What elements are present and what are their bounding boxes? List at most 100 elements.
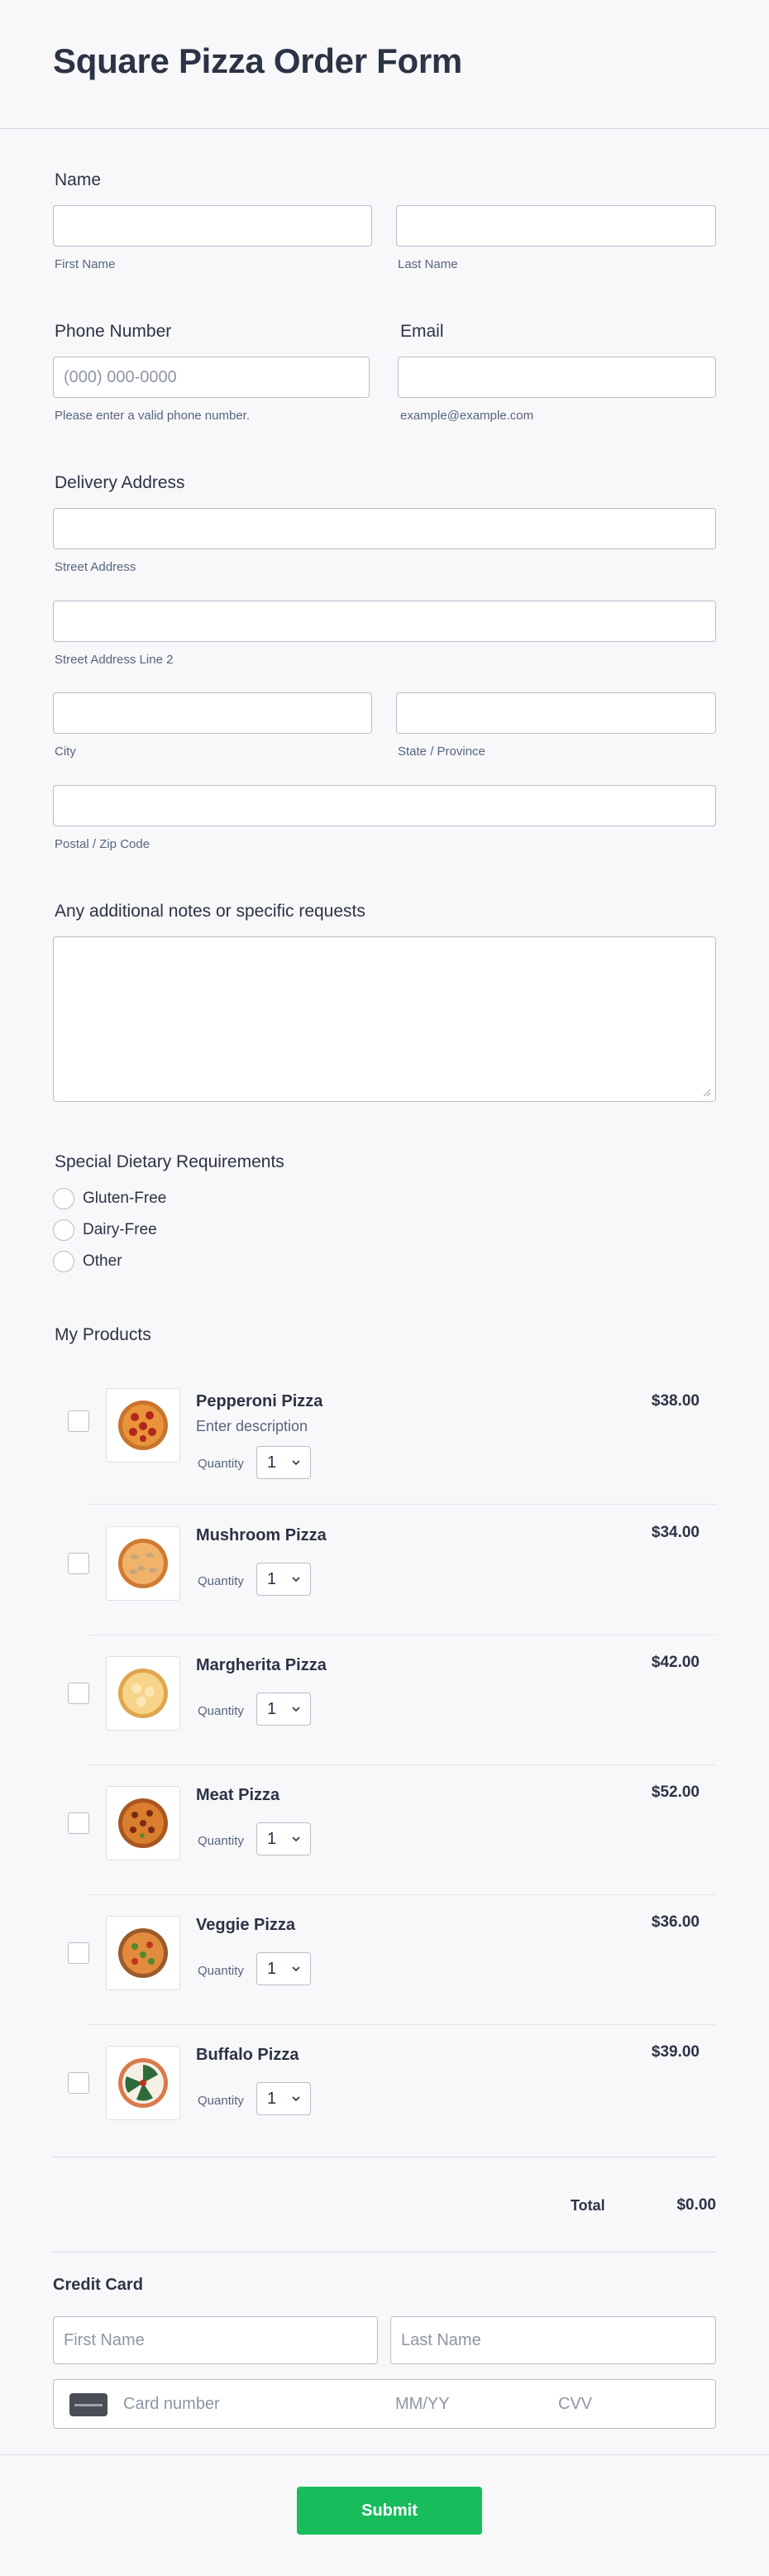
total-value: $0.00 (676, 2196, 716, 2214)
quantity-value: 1 (267, 2089, 277, 2108)
product-checkbox[interactable] (68, 1812, 89, 1834)
notes-textarea[interactable] (53, 936, 716, 1102)
email-sublabel: example@example.com (400, 409, 534, 423)
quantity-label: Quantity (198, 1574, 244, 1588)
phone-label: Phone Number (55, 322, 172, 341)
product-price: $36.00 (651, 1913, 700, 1931)
quantity-value: 1 (267, 1699, 277, 1718)
product-item-buffalo: Buffalo Pizza Quantity 1 $39.00 (53, 2024, 716, 2157)
last-name-sublabel: Last Name (398, 257, 458, 271)
radio-button[interactable] (53, 1219, 74, 1241)
product-item-margherita: Margherita Pizza Quantity 1 $42.00 (53, 1635, 716, 1765)
last-name-input[interactable] (396, 205, 716, 247)
city-input[interactable] (53, 692, 372, 734)
address-label: Delivery Address (55, 473, 185, 492)
chevron-down-icon (292, 1577, 300, 1582)
zip-input[interactable] (53, 785, 716, 826)
quantity-label: Quantity (198, 1834, 244, 1848)
quantity-select[interactable]: 1 (256, 1952, 311, 1985)
margherita-pizza-icon (106, 1656, 180, 1731)
form-header: Square Pizza Order Form (0, 0, 769, 129)
veggie-pizza-icon (106, 1916, 180, 1990)
submit-button[interactable]: Submit (297, 2487, 482, 2535)
credit-card-icon (69, 2393, 107, 2416)
card-cvv-input[interactable]: CVV (558, 2395, 592, 2414)
street-address-input[interactable] (53, 508, 716, 549)
quantity-label: Quantity (198, 1964, 244, 1978)
mushroom-pizza-icon (106, 1526, 180, 1601)
zip-sublabel: Postal / Zip Code (55, 837, 150, 851)
resize-grip-icon[interactable] (703, 1089, 711, 1097)
notes-label: Any additional notes or specific request… (55, 902, 365, 921)
product-price: $34.00 (651, 1524, 700, 1541)
quantity-value: 1 (267, 1959, 277, 1978)
street-address-line2-input[interactable] (53, 601, 716, 642)
quantity-select[interactable]: 1 (256, 1693, 311, 1726)
city-sublabel: City (55, 745, 76, 759)
radio-option-gluten-free[interactable]: Gluten-Free (53, 1186, 166, 1211)
email-label: Email (400, 322, 444, 341)
product-name: Buffalo Pizza (196, 2046, 299, 2064)
product-checkbox[interactable] (68, 1683, 89, 1704)
quantity-value: 1 (267, 1453, 277, 1472)
quantity-select[interactable]: 1 (256, 2082, 311, 2115)
product-price: $38.00 (651, 1392, 700, 1410)
submit-area: Submit (0, 2454, 769, 2576)
radio-label: Dairy-Free (83, 1221, 157, 1238)
product-price: $42.00 (651, 1654, 700, 1671)
card-expiry-input[interactable]: MM/YY (395, 2395, 450, 2414)
form-title: Square Pizza Order Form (53, 41, 462, 80)
state-input[interactable] (396, 692, 716, 734)
card-first-name-input[interactable] (53, 2316, 378, 2364)
dietary-label: Special Dietary Requirements (55, 1152, 284, 1171)
phone-sublabel: Please enter a valid phone number. (55, 409, 250, 423)
email-input[interactable] (398, 357, 716, 398)
card-details-field[interactable]: Card number MM/YY CVV (53, 2379, 716, 2429)
total-label: Total (571, 2197, 605, 2214)
chevron-down-icon (292, 1460, 300, 1466)
product-checkbox[interactable] (68, 1553, 89, 1574)
radio-label: Gluten-Free (83, 1190, 167, 1207)
product-name: Pepperoni Pizza (196, 1392, 323, 1410)
first-name-sublabel: First Name (55, 257, 116, 271)
product-item-mushroom: Mushroom Pizza Quantity 1 $34.00 (53, 1505, 716, 1635)
product-price: $39.00 (651, 2043, 700, 2061)
first-name-input[interactable] (53, 205, 372, 247)
product-item-meat: Meat Pizza Quantity 1 $52.00 (53, 1764, 716, 1895)
quantity-label: Quantity (198, 2094, 244, 2108)
card-last-name-input[interactable] (390, 2316, 716, 2364)
product-name: Mushroom Pizza (196, 1526, 327, 1544)
total-divider-bottom (53, 2252, 716, 2253)
product-description: Enter description (196, 1418, 308, 1434)
product-item-pepperoni: Pepperoni Pizza Enter description Quanti… (53, 1373, 716, 1506)
street-address-sublabel: Street Address (55, 560, 136, 574)
chevron-down-icon (292, 1966, 300, 1972)
product-checkbox[interactable] (68, 2072, 89, 2094)
radio-button[interactable] (53, 1188, 74, 1209)
radio-option-dairy-free[interactable]: Dairy-Free (53, 1218, 157, 1243)
radio-button[interactable] (53, 1251, 74, 1272)
street-address-line2-sublabel: Street Address Line 2 (55, 653, 174, 667)
quantity-value: 1 (267, 1829, 277, 1848)
product-name: Veggie Pizza (196, 1916, 296, 1934)
pepperoni-pizza-icon (106, 1388, 180, 1463)
quantity-select[interactable]: 1 (256, 1822, 311, 1855)
phone-input[interactable] (53, 357, 370, 398)
buffalo-pizza-icon (106, 2046, 180, 2120)
quantity-label: Quantity (198, 1457, 244, 1471)
quantity-select[interactable]: 1 (256, 1446, 311, 1479)
product-name: Margherita Pizza (196, 1656, 327, 1674)
products-label: My Products (55, 1325, 151, 1344)
credit-card-label: Credit Card (53, 2276, 143, 2294)
quantity-value: 1 (267, 1569, 277, 1588)
product-checkbox[interactable] (68, 1942, 89, 1964)
quantity-select[interactable]: 1 (256, 1563, 311, 1596)
chevron-down-icon (292, 2096, 300, 2102)
name-label: Name (55, 170, 102, 189)
meat-pizza-icon (106, 1786, 180, 1860)
chevron-down-icon (292, 1836, 300, 1842)
product-item-veggie: Veggie Pizza Quantity 1 $36.00 (53, 1894, 716, 2025)
radio-option-other[interactable]: Other (53, 1249, 122, 1274)
product-checkbox[interactable] (68, 1410, 89, 1432)
card-number-input[interactable]: Card number (123, 2395, 220, 2414)
